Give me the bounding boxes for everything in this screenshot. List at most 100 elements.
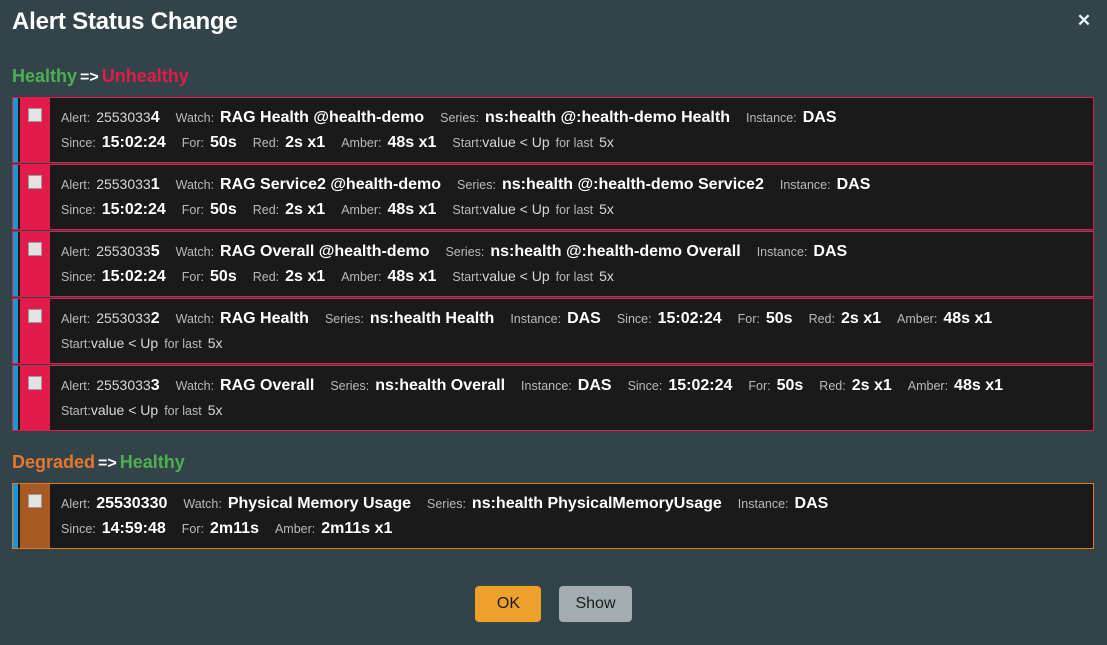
row-checkbox[interactable] xyxy=(28,309,42,323)
table-row[interactable]: Alert:25530331Watch:RAG Service2 @health… xyxy=(12,164,1094,230)
for-value: 50s xyxy=(210,134,237,151)
red-value: 2s x1 xyxy=(852,377,892,394)
start-label: Start: xyxy=(452,203,482,217)
start-expression: value < Up xyxy=(482,268,549,284)
for-last-label: for last xyxy=(556,136,594,150)
series-label: Series: xyxy=(457,178,496,192)
series-label: Series: xyxy=(440,111,479,125)
start-expression: value < Up xyxy=(482,134,549,150)
for-last-label: for last xyxy=(164,337,202,351)
severity-block xyxy=(20,232,50,296)
row-line-secondary: Start:value < Upfor last5x xyxy=(61,400,1093,422)
amber-label: Amber: xyxy=(908,379,948,393)
row-checkbox[interactable] xyxy=(28,108,42,122)
alert-label: Alert: xyxy=(61,497,90,511)
table-row[interactable]: Alert:25530332Watch:RAG HealthSeries:ns:… xyxy=(12,298,1094,364)
for-label: For: xyxy=(182,203,204,217)
amber-value: 48s x1 xyxy=(387,268,436,285)
for-value: 50s xyxy=(210,268,237,285)
severity-block xyxy=(20,299,50,363)
for-value: 50s xyxy=(777,377,804,394)
since-label: Since: xyxy=(61,203,96,217)
alert-id-suffix: 1 xyxy=(151,176,160,193)
alert-id-prefix: 2553033 xyxy=(96,176,151,192)
alert-id-prefix: 2553033 xyxy=(96,109,151,125)
ok-button[interactable]: OK xyxy=(475,586,541,622)
row-line-secondary: Since:15:02:24For:50sRed:2s x1Amber:48s … xyxy=(61,266,1093,288)
red-value: 2s x1 xyxy=(285,201,325,218)
start-expression: value < Up xyxy=(91,335,158,351)
for-label: For: xyxy=(182,136,204,150)
red-value: 2s x1 xyxy=(841,310,881,327)
row-checkbox[interactable] xyxy=(28,242,42,256)
alert-id-suffix: 25530330 xyxy=(96,495,167,512)
row-line-primary: Alert:25530331Watch:RAG Service2 @health… xyxy=(61,174,1093,196)
for-label: For: xyxy=(182,522,204,536)
row-line-primary: Alert:25530334Watch:RAG Health @health-d… xyxy=(61,107,1093,129)
amber-label: Amber: xyxy=(275,522,315,536)
for-value: 50s xyxy=(766,310,793,327)
watch-label: Watch: xyxy=(176,178,214,192)
row-details: Alert:25530330Watch:Physical Memory Usag… xyxy=(50,484,1093,548)
watch-label: Watch: xyxy=(176,111,214,125)
page-title: Alert Status Change xyxy=(12,8,238,36)
instance-label: Instance: xyxy=(746,111,797,125)
amber-label: Amber: xyxy=(341,203,381,217)
severity-block xyxy=(20,484,50,548)
row-checkbox[interactable] xyxy=(28,376,42,390)
watch-label: Watch: xyxy=(183,497,221,511)
red-value: 2s x1 xyxy=(285,134,325,151)
watch-value: RAG Service2 @health-demo xyxy=(220,176,441,193)
instance-value: DAS xyxy=(578,377,612,394)
alert-id-suffix: 3 xyxy=(151,377,160,394)
instance-value: DAS xyxy=(803,109,837,126)
start-label: Start: xyxy=(452,270,482,284)
dialog-titlebar: Alert Status Change ✕ xyxy=(0,0,1107,48)
for-last-label: for last xyxy=(556,270,594,284)
alert-id-suffix: 2 xyxy=(151,310,160,327)
table-row[interactable]: Alert:25530333Watch:RAG OverallSeries:ns… xyxy=(12,365,1094,431)
severity-block xyxy=(20,98,50,162)
alert-id-prefix: 2553033 xyxy=(96,243,151,259)
instance-label: Instance: xyxy=(757,245,808,259)
for-value: 50s xyxy=(210,201,237,218)
instance-value: DAS xyxy=(567,310,601,327)
row-details: Alert:25530332Watch:RAG HealthSeries:ns:… xyxy=(50,299,1093,363)
since-value: 15:02:24 xyxy=(668,377,732,394)
group-to-status: Healthy xyxy=(120,452,185,472)
table-row[interactable]: Alert:25530330Watch:Physical Memory Usag… xyxy=(12,483,1094,549)
series-value: ns:health @:health-demo Health xyxy=(485,109,730,126)
table-row[interactable]: Alert:25530334Watch:RAG Health @health-d… xyxy=(12,97,1094,163)
table-row[interactable]: Alert:25530335Watch:RAG Overall @health-… xyxy=(12,231,1094,297)
show-button[interactable]: Show xyxy=(559,586,631,622)
group-header-1: Degraded=>Healthy xyxy=(12,452,185,473)
since-label: Since: xyxy=(628,379,663,393)
watch-label: Watch: xyxy=(176,245,214,259)
red-label: Red: xyxy=(253,136,279,150)
red-label: Red: xyxy=(819,379,845,393)
row-line-secondary: Since:15:02:24For:50sRed:2s x1Amber:48s … xyxy=(61,199,1093,221)
amber-value: 48s x1 xyxy=(387,201,436,218)
start-count: 5x xyxy=(208,402,223,418)
since-value: 15:02:24 xyxy=(102,134,166,151)
watch-value: RAG Overall @health-demo xyxy=(220,243,429,260)
row-checkbox[interactable] xyxy=(28,494,42,508)
since-label: Since: xyxy=(617,312,652,326)
amber-value: 48s x1 xyxy=(954,377,1003,394)
start-count: 5x xyxy=(599,134,614,150)
since-value: 15:02:24 xyxy=(102,201,166,218)
row-line-secondary: Since:15:02:24For:50sRed:2s x1Amber:48s … xyxy=(61,132,1093,154)
series-label: Series: xyxy=(427,497,466,511)
close-icon[interactable]: ✕ xyxy=(1069,7,1099,35)
since-value: 14:59:48 xyxy=(102,520,166,537)
row-checkbox[interactable] xyxy=(28,175,42,189)
alert-label: Alert: xyxy=(61,379,90,393)
for-last-label: for last xyxy=(164,404,202,418)
red-value: 2s x1 xyxy=(285,268,325,285)
instance-label: Instance: xyxy=(521,379,572,393)
amber-label: Amber: xyxy=(897,312,937,326)
row-details: Alert:25530334Watch:RAG Health @health-d… xyxy=(50,98,1093,162)
severity-block xyxy=(20,165,50,229)
start-label: Start: xyxy=(61,337,91,351)
alert-label: Alert: xyxy=(61,245,90,259)
